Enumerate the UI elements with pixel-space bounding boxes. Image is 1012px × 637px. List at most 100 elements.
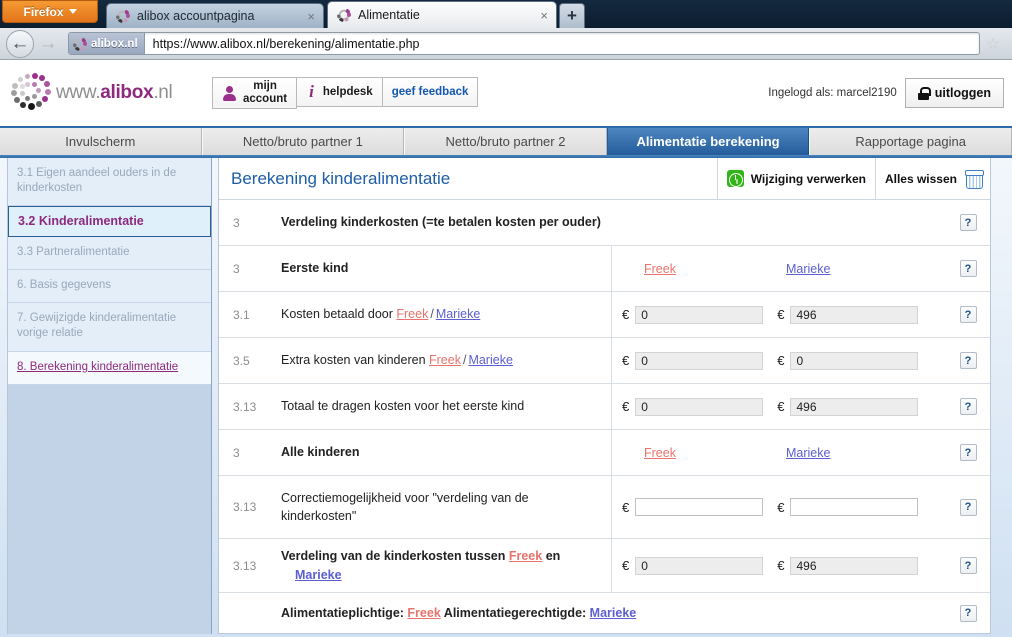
help-button[interactable]: ? bbox=[959, 214, 977, 231]
wijziging-verwerken-button[interactable]: Wijziging verwerken bbox=[716, 158, 875, 199]
bookmark-star-icon[interactable]: ☆ bbox=[980, 34, 1006, 54]
tab-netto-bruto-partner-1[interactable]: Netto/bruto partner 1 bbox=[201, 128, 405, 155]
row-help: ? bbox=[946, 292, 990, 337]
alimentatieplichtige-name[interactable]: Freek bbox=[407, 606, 440, 620]
mijn-account-line2: account bbox=[243, 93, 288, 105]
partner2-amount-field[interactable]: 0 bbox=[790, 351, 919, 370]
logo-tld: .nl bbox=[153, 82, 173, 103]
close-icon[interactable]: × bbox=[305, 10, 317, 23]
help-button[interactable]: ? bbox=[959, 604, 977, 622]
row-label-prefix: Verdeling van de kinderkosten tussen bbox=[281, 549, 509, 564]
alibox-logo[interactable]: www.alibox.nl bbox=[10, 71, 185, 115]
partner1-amount-field[interactable]: 0 bbox=[635, 305, 764, 324]
row-help: ? bbox=[946, 384, 990, 429]
partner1-name-link[interactable]: Freek bbox=[396, 307, 428, 321]
tab-alimentatie-berekening[interactable]: Alimentatie berekening bbox=[606, 128, 810, 155]
url-bar[interactable]: alibox.nl https://www.alibox.nl/berekeni… bbox=[68, 32, 980, 55]
partner2-amount-field[interactable]: 496 bbox=[790, 305, 919, 324]
partner1-correction-field[interactable] bbox=[635, 498, 764, 516]
back-button[interactable]: ← bbox=[6, 29, 34, 58]
tab-invulscherm[interactable]: Invulscherm bbox=[0, 128, 202, 155]
row-number: 3.13 bbox=[233, 558, 257, 573]
new-tab-button[interactable]: + bbox=[559, 3, 585, 28]
help-button[interactable]: ? bbox=[959, 398, 977, 415]
table-row: 3 Alle kinderen Freek Marieke ? bbox=[219, 430, 990, 476]
partner2-name-link[interactable]: Marieke bbox=[786, 262, 830, 276]
logo-text: www.alibox.nl bbox=[56, 82, 173, 104]
geef-feedback-label: geef feedback bbox=[391, 86, 469, 98]
table-row: 3 Eerste kind Freek Marieke ? bbox=[219, 246, 990, 292]
mijn-account-line1: mijn bbox=[253, 79, 277, 92]
partner1-amount-field[interactable]: 0 bbox=[635, 397, 764, 416]
geef-feedback-button[interactable]: geef feedback bbox=[381, 77, 479, 107]
partner1-name-link[interactable]: Freek bbox=[429, 353, 461, 367]
row-help: ? bbox=[946, 604, 990, 622]
sidebar-item-kinderalimentatie[interactable]: 3.2 Kinderalimentatie bbox=[8, 206, 211, 237]
row-fields: € 0 € 496 bbox=[611, 292, 946, 337]
help-button[interactable]: ? bbox=[959, 498, 977, 516]
alibox-spinner-icon bbox=[337, 8, 351, 22]
alimentatie-parties-text: Alimentatieplichtige: Freek Alimentatieg… bbox=[281, 606, 946, 620]
partner1-name-link[interactable]: Freek bbox=[644, 446, 676, 460]
partner1-name-link[interactable]: Freek bbox=[509, 549, 542, 563]
partner2-amount-field[interactable]: 496 bbox=[790, 397, 919, 416]
partner2-name-link[interactable]: Marieke bbox=[436, 307, 480, 321]
partner2-correction-field[interactable] bbox=[790, 498, 919, 516]
help-button[interactable]: ? bbox=[959, 444, 977, 461]
partner1-amount-field[interactable]: 0 bbox=[635, 351, 764, 370]
helpdesk-button[interactable]: i helpdesk bbox=[296, 77, 383, 107]
logged-in-status: Ingelogd als: marcel2190 bbox=[768, 87, 897, 99]
content-header: Berekening kinderalimentatie Wijziging v… bbox=[219, 158, 990, 200]
tab-rapportage-pagina[interactable]: Rapportage pagina bbox=[809, 128, 1012, 155]
firefox-menu-button[interactable]: Firefox bbox=[2, 0, 98, 23]
sidebar-item-eigen-aandeel-ouders[interactable]: 3.1 Eigen aandeel ouders in de kinderkos… bbox=[8, 158, 211, 207]
alimentatiegerechtigde-name[interactable]: Marieke bbox=[590, 606, 637, 620]
logout-button[interactable]: uitloggen bbox=[904, 78, 1004, 108]
page-title: Berekening kinderalimentatie bbox=[231, 168, 451, 188]
sidebar-item-basis-gegevens[interactable]: 6. Basis gegevens bbox=[8, 270, 211, 304]
forward-button[interactable]: → bbox=[34, 30, 62, 58]
sidebar-item-gewijzigde-kinderalimentatie[interactable]: 7. Gewijzigde kinderalimentatie vorige r… bbox=[8, 303, 211, 352]
euro-symbol: € bbox=[622, 399, 630, 414]
browser-tab-title: Alimentatie bbox=[358, 8, 420, 22]
chevron-down-icon bbox=[68, 9, 77, 14]
alimentatie-parties-row: Alimentatieplichtige: Freek Alimentatieg… bbox=[219, 593, 990, 633]
site-identity-box[interactable]: alibox.nl bbox=[69, 33, 145, 54]
row-help: ? bbox=[946, 430, 990, 475]
mijn-account-button[interactable]: mijn account bbox=[212, 77, 298, 109]
alibox-spinner-icon bbox=[116, 9, 130, 23]
table-row: 3 Verdeling kinderkosten (=te betalen ko… bbox=[219, 200, 990, 246]
help-button[interactable]: ? bbox=[959, 260, 977, 277]
helpdesk-label: helpdesk bbox=[322, 86, 373, 98]
browser-tab-alibox-accountpagina[interactable]: alibox accountpagina × bbox=[106, 3, 324, 28]
row-label-mid: en bbox=[542, 549, 561, 564]
tab-label: Alimentatie berekening bbox=[636, 134, 780, 149]
help-button[interactable]: ? bbox=[959, 306, 977, 323]
partner2-amount-field[interactable]: 496 bbox=[790, 556, 919, 575]
partner1-name-link[interactable]: Freek bbox=[644, 262, 676, 276]
row-number: 3.13 bbox=[233, 399, 257, 414]
partner2-name-link[interactable]: Marieke bbox=[786, 446, 830, 460]
tab-netto-bruto-partner-2[interactable]: Netto/bruto partner 2 bbox=[404, 128, 607, 155]
browser-tab-alimentatie[interactable]: Alimentatie × bbox=[327, 1, 557, 28]
partner2-name-link[interactable]: Marieke bbox=[295, 568, 342, 582]
sidebar-item-berekening-kinderalimentatie[interactable]: 8. Berekening kinderalimentatie bbox=[8, 351, 211, 385]
tab-label: Netto/bruto partner 1 bbox=[242, 134, 363, 149]
alles-wissen-button[interactable]: Alles wissen bbox=[874, 158, 990, 199]
row-number: 3 bbox=[233, 215, 240, 230]
row-fields: Freek Marieke bbox=[611, 430, 946, 475]
table-row: 3.13 Verdeling van de kinderkosten tusse… bbox=[219, 539, 990, 593]
row-label-prefix: Kosten betaald door bbox=[281, 307, 397, 322]
close-icon[interactable]: × bbox=[538, 9, 550, 22]
sidebar-item-partneralimentatie[interactable]: 3.3 Partneralimentatie bbox=[8, 236, 211, 271]
partner2-name-link[interactable]: Marieke bbox=[468, 353, 512, 367]
row-label: Verdeling kinderkosten (=te betalen kost… bbox=[281, 215, 601, 230]
euro-symbol: € bbox=[777, 307, 785, 322]
partner1-amount-field[interactable]: 0 bbox=[635, 556, 764, 575]
logo-brand: alibox bbox=[100, 82, 154, 103]
partner1-name-header: Freek bbox=[622, 262, 750, 276]
help-button[interactable]: ? bbox=[959, 557, 977, 574]
help-button[interactable]: ? bbox=[959, 352, 977, 369]
logo-www: www. bbox=[56, 82, 101, 103]
euro-symbol: € bbox=[777, 399, 785, 414]
